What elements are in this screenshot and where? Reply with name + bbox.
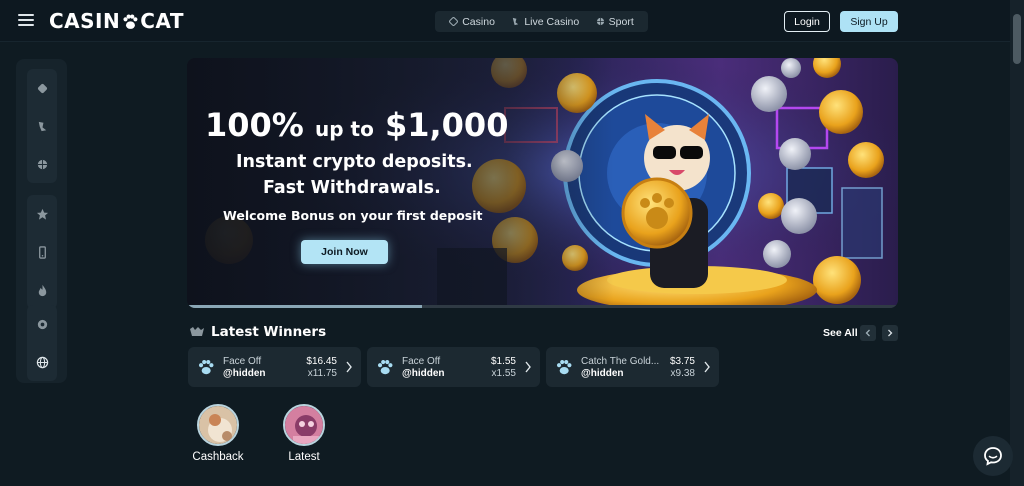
winner-multiplier: x11.75: [307, 368, 337, 379]
login-button[interactable]: Login: [784, 11, 830, 32]
banner-headline: 100% up to $1,000: [205, 106, 508, 144]
nav-casino[interactable]: Casino: [449, 16, 495, 28]
support-icon: [37, 319, 47, 329]
sidebar-item-casino[interactable]: [27, 69, 57, 107]
latest-winners-heading: Latest Winners: [189, 324, 326, 340]
sport-icon: [37, 159, 47, 169]
live-chat-button[interactable]: [973, 436, 1013, 476]
winner-user: @hidden: [223, 368, 266, 379]
live-casino-icon: [38, 121, 46, 131]
banner-upto: up to: [315, 117, 374, 141]
winner-amount: $3.75: [669, 356, 695, 367]
mobile-icon: [38, 245, 46, 259]
casino-icon: [37, 83, 47, 93]
winners-prev-button[interactable]: [860, 325, 876, 341]
main-nav: Casino Live Casino Sport: [435, 11, 648, 32]
sidebar-item-live-casino[interactable]: [27, 107, 57, 145]
winner-user: @hidden: [581, 368, 624, 379]
category-cashback-label: Cashback: [192, 451, 244, 463]
sidebar-item-favorites[interactable]: [27, 195, 57, 233]
nav-live-casino[interactable]: Live Casino: [511, 16, 579, 28]
banner-line-1: Instant crypto deposits.: [236, 152, 473, 172]
sidebar-item-mobile[interactable]: [27, 233, 57, 271]
paw-icon: [198, 359, 214, 375]
scrollbar-thumb[interactable]: [1013, 14, 1021, 64]
winner-multiplier: x9.38: [670, 368, 695, 379]
sidebar-group-extras: [27, 195, 57, 309]
category-latest[interactable]: Latest: [274, 404, 334, 463]
paw-icon: [377, 359, 393, 375]
globe-icon: [36, 356, 48, 368]
winner-card[interactable]: Face Off @hidden $1.55 x1.55: [367, 347, 540, 387]
category-latest-label: Latest: [288, 451, 320, 463]
sidebar-item-hot[interactable]: [27, 271, 57, 309]
sidebar-group-settings: [27, 305, 57, 381]
winner-game: Catch The Gold...: [581, 356, 660, 367]
banner-amount: $1,000: [384, 106, 509, 144]
winner-game: Face Off: [223, 356, 262, 367]
sport-icon: [596, 17, 604, 26]
banner-line-2: Fast Withdrawals.: [263, 178, 441, 198]
banner-line-3: Welcome Bonus on your first deposit: [223, 208, 483, 223]
flame-icon: [38, 284, 46, 296]
winners-next-button[interactable]: [882, 325, 898, 341]
star-icon: [36, 208, 48, 220]
casino-icon: [449, 17, 459, 26]
top-bar: CASIN CAT Casino Live Casino Sport Login…: [0, 0, 1010, 42]
winner-multiplier: x1.55: [491, 368, 516, 379]
winner-amount: $16.45: [306, 356, 337, 367]
chevron-right-icon: [525, 361, 531, 373]
latest-winners-title: Latest Winners: [211, 324, 327, 340]
sidebar-item-sport[interactable]: [27, 145, 57, 183]
paw-icon: [556, 359, 572, 375]
sidebar-group-games: [27, 69, 57, 183]
live-casino-icon: [513, 17, 519, 26]
banner-progress-fill: [187, 305, 422, 308]
page-scrollbar[interactable]: [1010, 0, 1024, 486]
chat-icon: [984, 447, 1002, 466]
chevron-right-icon: [346, 361, 352, 373]
trophy-icon: [190, 327, 204, 336]
logo-text-right: CAT: [140, 9, 184, 33]
promo-banner[interactable]: 100% up to $1,000 Instant crypto deposit…: [187, 58, 898, 308]
sidebar-item-support[interactable]: [27, 305, 57, 343]
winner-amount: $1.55: [490, 356, 516, 367]
nav-sport[interactable]: Sport: [596, 16, 634, 28]
category-cashback[interactable]: Cashback: [188, 404, 248, 463]
signup-button[interactable]: Sign Up: [840, 11, 898, 32]
left-sidebar: [16, 59, 67, 383]
chevron-left-icon: [865, 329, 870, 337]
nav-sport-label: Sport: [608, 15, 634, 28]
join-now-button[interactable]: Join Now: [301, 240, 388, 264]
latest-thumbnail: [283, 404, 325, 446]
logo-text-left: CASIN: [49, 9, 121, 33]
site-logo[interactable]: CASIN CAT: [49, 9, 184, 33]
paw-logo-icon: [121, 12, 139, 30]
winner-card[interactable]: Face Off @hidden $16.45 x11.75: [188, 347, 361, 387]
see-all-link[interactable]: See All: [823, 327, 858, 339]
chevron-right-icon: [888, 329, 893, 337]
banner-progress: [187, 305, 898, 308]
winner-user: @hidden: [402, 368, 445, 379]
banner-percent: 100%: [205, 106, 304, 144]
winner-game: Face Off: [402, 356, 441, 367]
nav-casino-label: Casino: [462, 15, 495, 28]
menu-icon[interactable]: [18, 14, 34, 26]
cashback-thumbnail: [197, 404, 239, 446]
nav-live-casino-label: Live Casino: [524, 15, 580, 28]
chevron-right-icon: [704, 361, 710, 373]
winner-card[interactable]: Catch The Gold... @hidden $3.75 x9.38: [546, 347, 719, 387]
sidebar-item-language[interactable]: [27, 343, 57, 381]
